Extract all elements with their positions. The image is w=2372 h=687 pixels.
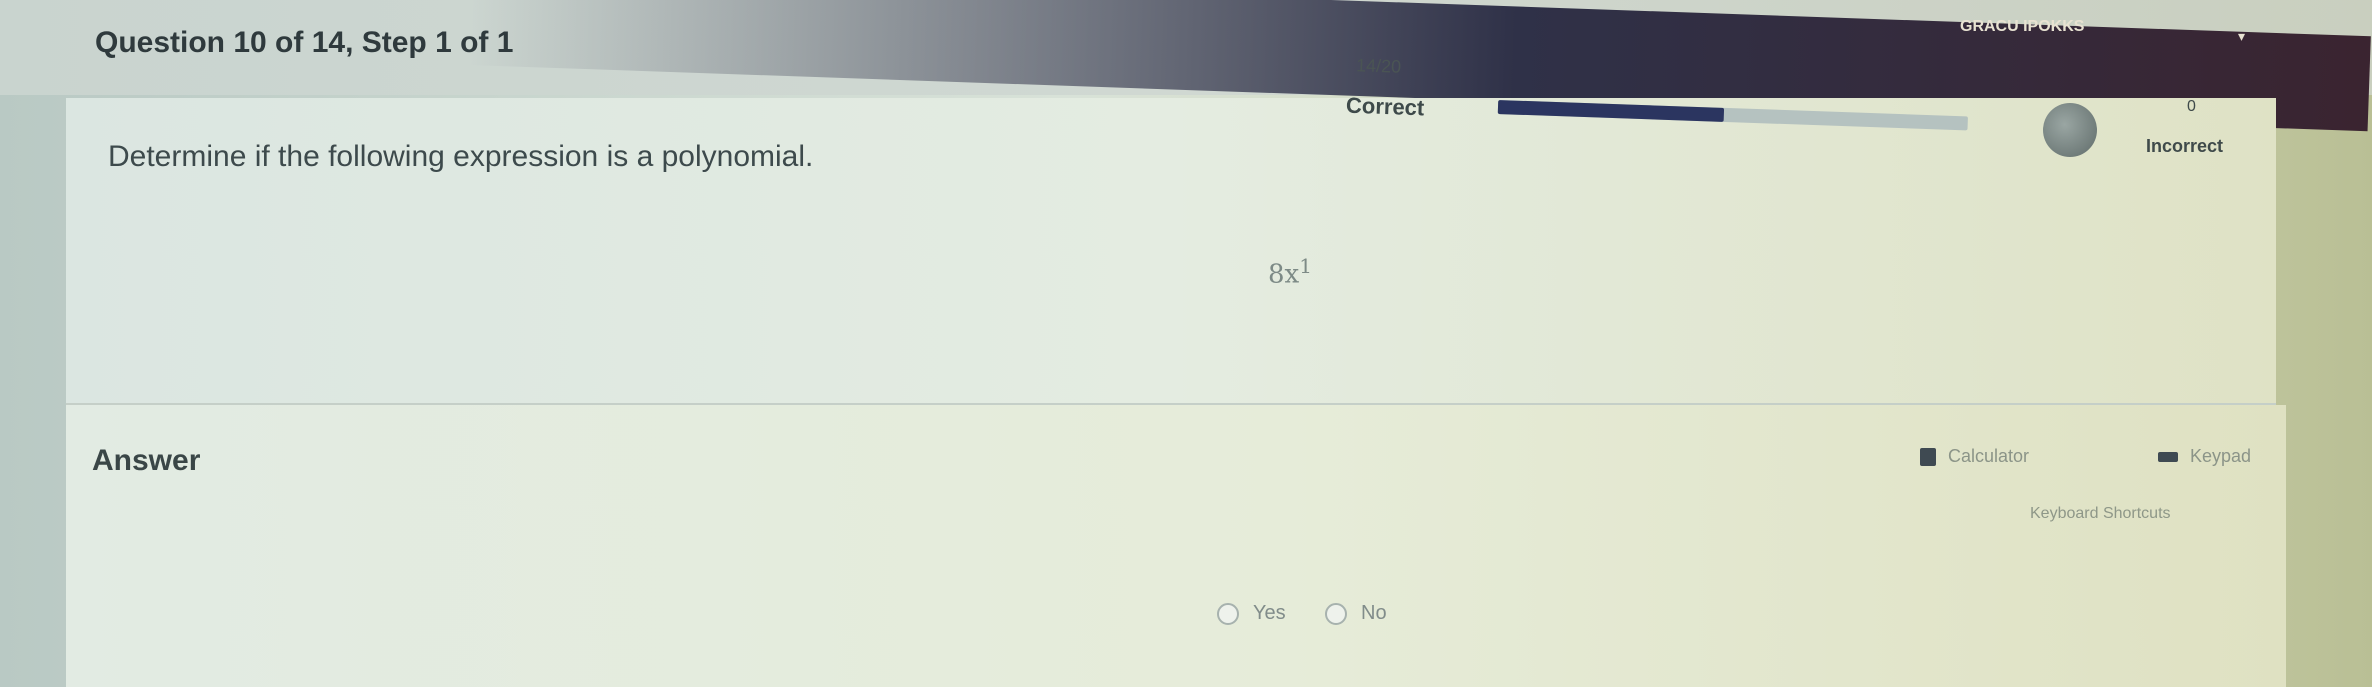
incorrect-label: Incorrect bbox=[2146, 136, 2224, 156]
keypad-label: Keypad bbox=[2190, 446, 2252, 466]
answer-option-yes[interactable]: Yes bbox=[1217, 602, 1286, 625]
option-label-yes: Yes bbox=[1253, 602, 1286, 624]
answer-option-no[interactable]: No bbox=[1325, 602, 1387, 625]
expression-exponent: 1 bbox=[1299, 254, 1312, 278]
keypad-icon bbox=[2158, 451, 2178, 462]
keypad-button[interactable]: Keypad bbox=[2158, 446, 2251, 467]
answer-heading: Answer bbox=[92, 444, 201, 477]
avatar-icon bbox=[2043, 103, 2097, 157]
expression-base: 8x bbox=[1268, 259, 1300, 290]
points-badge[interactable]: GRACU IPOKKS bbox=[1960, 18, 2084, 36]
keyboard-shortcuts-link[interactable]: Keyboard Shortcuts bbox=[2030, 505, 2171, 523]
option-label-no: No bbox=[1361, 602, 1387, 624]
incorrect-count: 0 bbox=[2187, 98, 2196, 115]
calculator-button[interactable]: Calculator bbox=[1920, 446, 2029, 467]
radio-icon[interactable] bbox=[1217, 602, 1239, 625]
question-step-label: Question 10 of 14, Step 1 of 1 bbox=[95, 26, 514, 59]
radio-icon[interactable] bbox=[1325, 602, 1347, 625]
math-expression: 8x1 bbox=[1268, 254, 1312, 290]
question-instruction: Determine if the following expression is… bbox=[108, 140, 814, 173]
correct-label: Correct bbox=[1345, 92, 1425, 121]
score-counter: 14/20 bbox=[1355, 55, 1402, 77]
calculator-icon bbox=[1920, 447, 1936, 466]
chevron-down-icon[interactable]: ▾ bbox=[2238, 28, 2245, 45]
calculator-label: Calculator bbox=[1948, 446, 2030, 466]
